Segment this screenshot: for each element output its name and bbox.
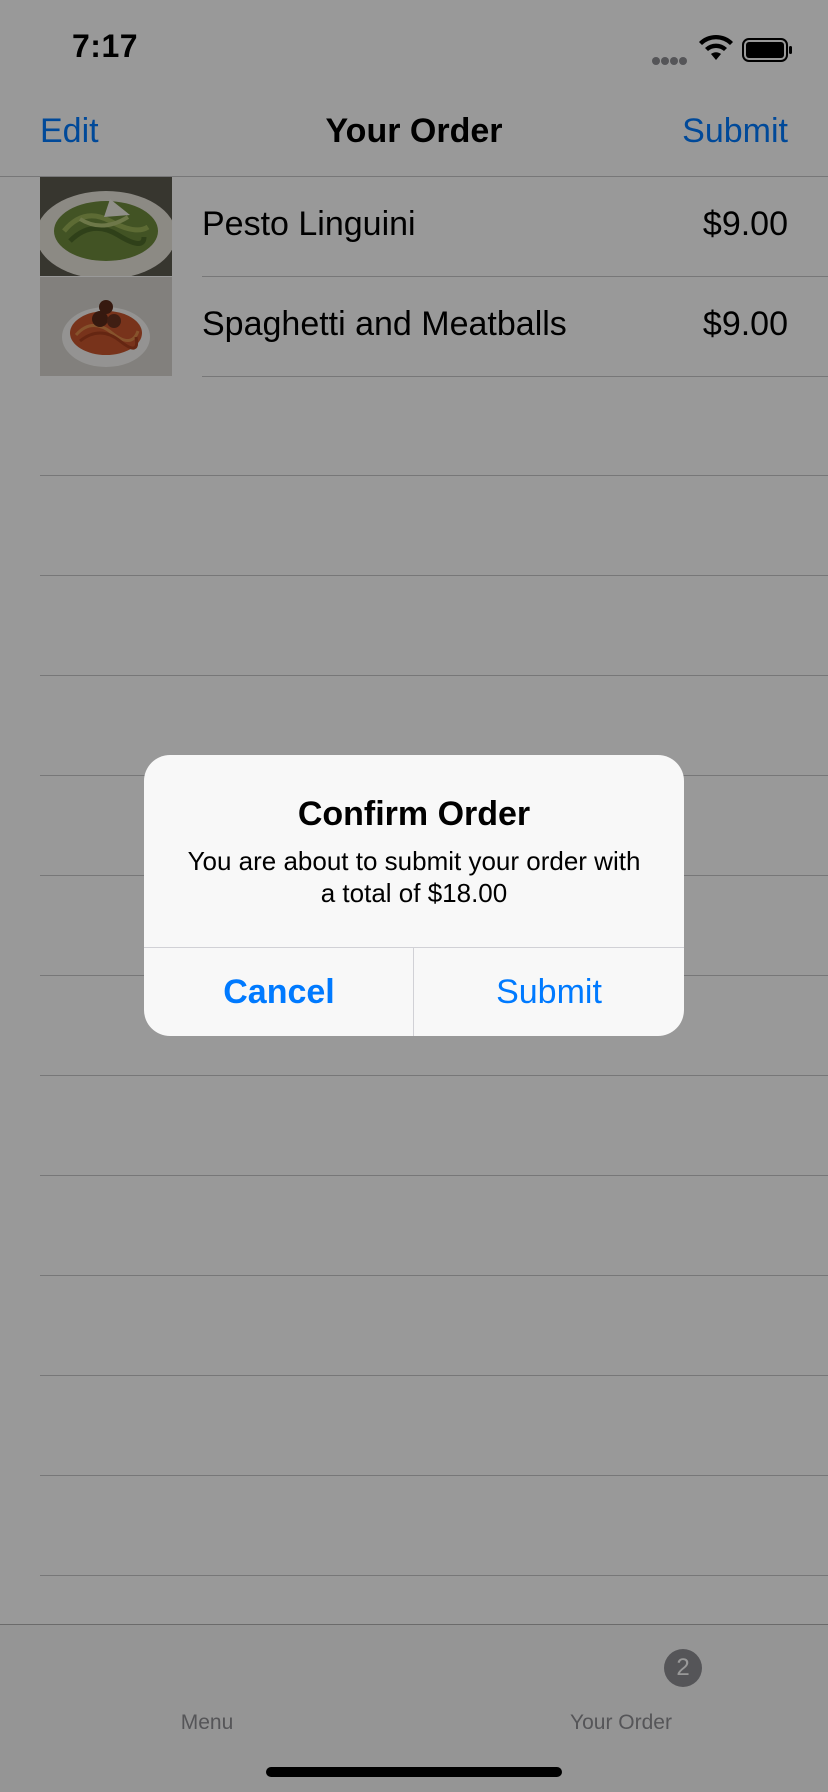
cancel-button[interactable]: Cancel [144,948,414,1036]
confirm-order-alert: Confirm Order You are about to submit yo… [144,755,684,1036]
alert-message: You are about to submit your order with … [187,846,641,908]
order-screen: 7:17 Edit Your Order Submit Pesto Lingui… [0,0,828,1792]
alert-title: Confirm Order [297,795,531,833]
submit-button[interactable]: Submit [414,948,684,1036]
